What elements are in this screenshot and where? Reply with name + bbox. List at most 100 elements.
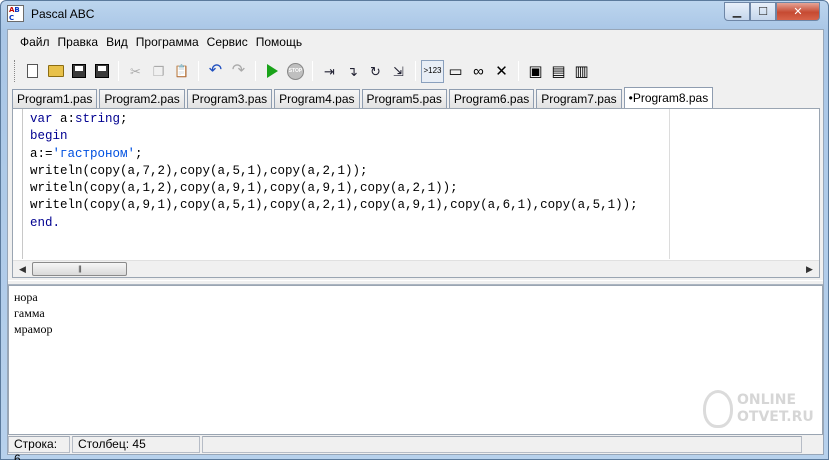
tab-program6[interactable]: Program6.pas [448, 89, 535, 108]
cut-button[interactable]: ✂ [124, 60, 147, 83]
toolbar-separator [415, 61, 416, 81]
clear-button[interactable]: ✕ [490, 60, 513, 83]
output-window[interactable]: нора гамма мрамор ONLINE OTVET.RU [8, 285, 823, 435]
code-keyword: end. [30, 215, 61, 230]
code-token: writeln(copy(a,7,2),copy(a,5,1),copy(a,2… [30, 163, 368, 178]
menu-view[interactable]: Вид [102, 30, 132, 54]
gutter-line [22, 109, 23, 259]
output-line: мрамор [14, 322, 53, 336]
code-line[interactable]: writeln(copy(a,1,2),copy(a,9,1),copy(a,9… [30, 180, 638, 197]
code-line[interactable]: writeln(copy(a,7,2),copy(a,5,1),copy(a,2… [30, 163, 638, 180]
code-string: 'гастроном' [52, 146, 136, 161]
code-token: ; [135, 146, 143, 161]
scroll-right-arrow-icon[interactable]: ▶ [801, 261, 818, 277]
client-area: Файл Правка Вид Программа Сервис Помощь … [7, 29, 824, 460]
output-window-button[interactable]: ▭ [444, 60, 467, 83]
scroll-thumb[interactable]: ||| [32, 262, 127, 276]
run-to-cursor-icon: ⇲ [393, 63, 404, 79]
status-bar: Строка: 6 Столбец: 45 [8, 435, 823, 460]
code-token: writeln(copy(a,1,2),copy(a,9,1),copy(a,9… [30, 181, 458, 196]
tab-program8[interactable]: •Program8.pas [623, 87, 714, 108]
save-all-icon [94, 64, 109, 78]
new-file-icon [27, 64, 38, 78]
step-over-button[interactable]: ↴ [341, 60, 364, 83]
close-icon: ✕ [793, 6, 803, 18]
output-window-icon: ▭ [448, 62, 463, 80]
toolbar-grip[interactable] [14, 60, 17, 82]
code-token: ; [120, 112, 128, 126]
tool-3-button[interactable]: ▥ [570, 60, 593, 83]
app-window: AB C Pascal ABC ▁ ☐ ✕ Файл Правка Вид Пр… [0, 0, 829, 460]
scroll-left-arrow-icon[interactable]: ◀ [14, 261, 31, 277]
stop-button[interactable]: STOP [284, 60, 307, 83]
maximize-button[interactable]: ☐ [750, 2, 776, 21]
code-line[interactable]: begin [30, 128, 638, 145]
menu-program[interactable]: Программа [132, 30, 203, 54]
tool-2-button[interactable]: ▤ [547, 60, 570, 83]
run-button[interactable] [261, 60, 284, 83]
code-line[interactable]: end. [30, 215, 638, 232]
output-line: нора [14, 290, 38, 304]
tab-program4[interactable]: Program4.pas [274, 89, 360, 108]
code-text[interactable]: var a:string; begin a:='гастроном'; writeln… [30, 111, 638, 232]
watermark-line2: OTVET.RU [737, 409, 814, 425]
menu-help[interactable]: Помощь [252, 30, 306, 54]
save-icon [71, 64, 86, 78]
output-line: гамма [14, 306, 45, 320]
code-line[interactable]: var a:string; [30, 111, 638, 128]
menu-file[interactable]: Файл [16, 30, 54, 54]
tab-program2[interactable]: Program2.pas [99, 89, 185, 108]
step-into-icon: ⇥ [324, 63, 335, 79]
save-all-button[interactable] [90, 60, 113, 83]
watch-window-button[interactable]: >123 [421, 59, 444, 83]
tab-program3[interactable]: Program3.pas [186, 89, 273, 108]
output-lines: нора гамма мрамор [14, 289, 53, 337]
undo-button[interactable]: ↶ [204, 60, 227, 83]
breakpoints-button[interactable]: ∞ [467, 60, 490, 83]
minimize-icon: ▁ [732, 6, 742, 18]
new-file-button[interactable] [21, 60, 44, 83]
tab-program1[interactable]: Program1.pas [12, 89, 98, 108]
minimize-button[interactable]: ▁ [724, 2, 750, 21]
open-button[interactable] [44, 60, 67, 83]
clear-icon: ✕ [495, 62, 508, 80]
menu-service[interactable]: Сервис [203, 30, 252, 54]
step-over-icon: ↴ [347, 63, 358, 79]
paste-icon: 📋 [174, 64, 189, 78]
toolbar-separator [312, 61, 313, 81]
file-tabs: Program1.pas Program2.pas Program3.pas P… [12, 87, 715, 108]
redo-button[interactable]: ↷ [227, 60, 250, 83]
toolbar-separator [255, 61, 256, 81]
code-line[interactable]: writeln(copy(a,9,1),copy(a,5,1),copy(a,2… [30, 197, 638, 214]
copy-icon: ❐ [152, 63, 165, 79]
redo-icon: ↷ [231, 62, 246, 79]
step-out-button[interactable]: ↻ [364, 60, 387, 83]
title-bar[interactable]: AB C Pascal ABC ▁ ☐ ✕ [1, 1, 828, 27]
paste-button[interactable]: 📋 [170, 60, 193, 83]
toolbar-separator [518, 61, 519, 81]
menu-edit[interactable]: Правка [54, 30, 103, 54]
icon-letter-c: C [9, 14, 15, 22]
close-button[interactable]: ✕ [776, 2, 820, 21]
save-button[interactable] [67, 60, 90, 83]
tab-program7[interactable]: Program7.pas [536, 89, 622, 108]
toolbar-separator [198, 61, 199, 81]
window-title: Pascal ABC [31, 7, 95, 21]
run-icon [267, 64, 278, 78]
run-to-cursor-button[interactable]: ⇲ [387, 60, 410, 83]
code-line[interactable]: a:='гастроном'; [30, 146, 638, 163]
toolbar: ✂ ❐ 📋 ↶ ↷ STOP ⇥ ↴ ↻ ⇲ >123 ▭ ∞ ✕ ▣ ▤ ▥ [14, 57, 814, 85]
breakpoints-icon: ∞ [473, 62, 484, 80]
right-margin-line [669, 109, 670, 259]
tool-1-button[interactable]: ▣ [524, 60, 547, 83]
code-keyword: var [30, 112, 53, 126]
code-token: writeln(copy(a,9,1),copy(a,5,1),copy(a,2… [30, 198, 638, 213]
tool-3-icon: ▥ [574, 62, 589, 80]
horizontal-scrollbar[interactable]: ◀ ||| ▶ [13, 260, 819, 277]
code-editor[interactable]: var a:string; begin a:='гастроном'; writeln… [12, 108, 820, 278]
step-into-button[interactable]: ⇥ [318, 60, 341, 83]
tab-program5[interactable]: Program5.pas [361, 89, 447, 108]
status-column: Столбец: 45 [72, 436, 200, 453]
copy-button[interactable]: ❐ [147, 60, 170, 83]
tool-1-icon: ▣ [528, 62, 543, 80]
